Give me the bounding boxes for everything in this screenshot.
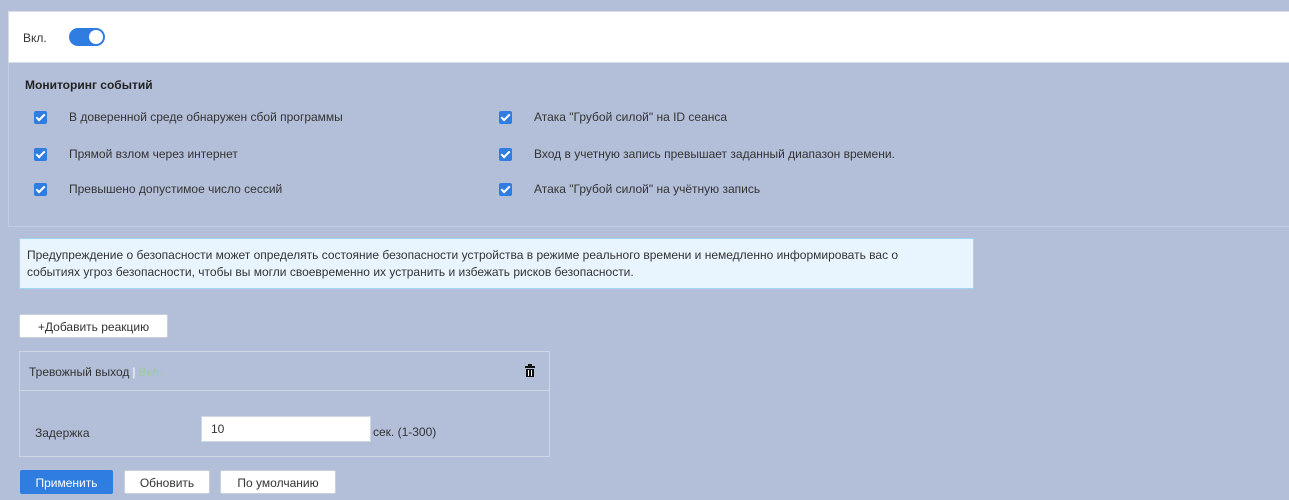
checkbox-checked-icon[interactable] [499,182,512,196]
event-label: Атака "Грубой силой" на ID сеанса [534,110,728,124]
title-separator: | [132,365,136,379]
security-info-box: Предупреждение о безопасности может опре… [19,238,974,289]
event-item[interactable]: Атака "Грубой силой" на учётную запись [499,182,760,196]
apply-button[interactable]: Применить [20,470,113,494]
reaction-title: Тревожный выход [29,365,130,379]
default-button[interactable]: По умолчанию [220,470,336,494]
enable-switch[interactable] [69,28,105,46]
checkbox-checked-icon[interactable] [34,147,47,161]
info-text-line: Предупреждение о безопасности может опре… [27,248,899,262]
reaction-card-header: Тревожный выход | Вкл. [20,352,549,391]
checkbox-checked-icon[interactable] [499,147,512,161]
reaction-title-group: Тревожный выход | Вкл. [29,365,162,379]
section-title: Мониторинг событий [25,78,153,92]
switch-knob [89,30,103,44]
reaction-card: Тревожный выход | Вкл. Задержка 10 сек. (1… [19,351,550,457]
refresh-button[interactable]: Обновить [124,470,210,494]
event-monitoring-panel [8,63,1289,227]
event-item[interactable]: Прямой взлом через интернет [34,147,238,161]
event-label: Вход в учетную запись превышает заданный… [534,147,895,161]
reaction-status: Вкл. [138,365,163,379]
checkbox-checked-icon[interactable] [34,182,47,196]
event-item[interactable]: Атака "Грубой силой" на ID сеанса [499,110,727,124]
trash-icon[interactable] [525,364,535,377]
event-label: В доверенной среде обнаружен сбой програ… [69,110,343,124]
delay-input[interactable]: 10 [201,416,371,442]
delay-label: Задержка [35,426,90,440]
checkbox-checked-icon[interactable] [499,110,512,124]
event-label: Атака "Грубой силой" на учётную запись [534,182,761,196]
event-label: Прямой взлом через интернет [69,147,238,161]
event-item[interactable]: Вход в учетную запись превышает заданный… [499,147,895,161]
event-item[interactable]: В доверенной среде обнаружен сбой програ… [34,110,343,124]
event-item[interactable]: Превышено допустимое число сессий [34,182,282,196]
delay-unit: сек. (1-300) [373,425,437,439]
enable-label: Вкл. [23,31,47,45]
info-text-line: событиях угроз безопасности, чтобы вы мо… [27,265,634,279]
event-label: Превышено допустимое число сессий [69,182,283,196]
enable-bar: Вкл. [8,11,1289,63]
checkbox-checked-icon[interactable] [34,110,47,124]
add-reaction-button[interactable]: +Добавить реакцию [19,314,168,338]
